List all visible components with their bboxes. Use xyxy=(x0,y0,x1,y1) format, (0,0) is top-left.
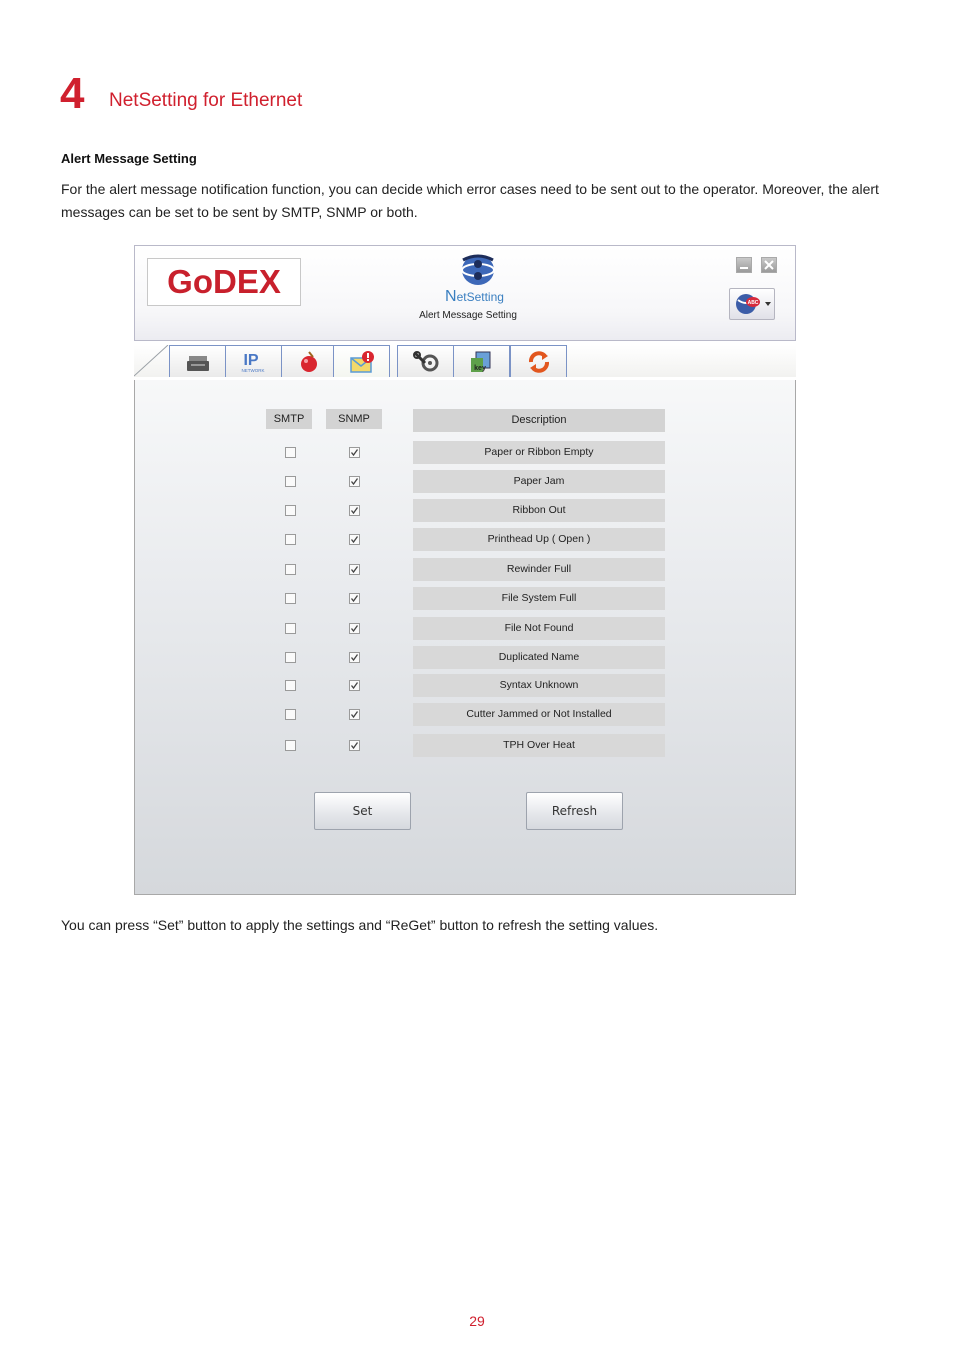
alert-description: File Not Found xyxy=(413,617,665,640)
tools-icon xyxy=(412,350,438,371)
smtp-checkbox[interactable] xyxy=(285,476,296,487)
chevron-down-icon xyxy=(765,302,771,306)
tab-alert[interactable] xyxy=(281,345,338,377)
alert-description: Cutter Jammed or Not Installed xyxy=(413,703,665,726)
alert-settings-panel: SMTP SNMP Description Paper or Ribbon Em… xyxy=(134,380,796,895)
smtp-checkbox[interactable] xyxy=(285,593,296,604)
logo-text: GoDEX xyxy=(167,263,281,300)
alert-row: Printhead Up ( Open ) xyxy=(135,528,795,551)
alert-bell-icon xyxy=(300,350,317,372)
set-button[interactable]: Set xyxy=(314,792,411,830)
chapter-title: NetSetting for Ethernet xyxy=(109,90,303,111)
smtp-checkbox[interactable] xyxy=(285,447,296,458)
snmp-checkbox[interactable] xyxy=(349,476,360,487)
alert-row: Syntax Unknown xyxy=(135,674,795,697)
refresh-arrows-icon xyxy=(528,350,549,373)
snmp-checkbox[interactable] xyxy=(349,534,360,545)
language-globe-icon: ABC xyxy=(736,294,760,314)
snmp-checkbox[interactable] xyxy=(349,564,360,575)
alert-description: Paper or Ribbon Empty xyxy=(413,441,665,464)
alert-description: Duplicated Name xyxy=(413,646,665,669)
alert-row: File System Full xyxy=(135,587,795,610)
smtp-checkbox[interactable] xyxy=(285,652,296,663)
alert-row: File Not Found xyxy=(135,617,795,640)
alert-row: Cutter Jammed or Not Installed xyxy=(135,703,795,726)
alert-row: Duplicated Name xyxy=(135,646,795,669)
netsetting-globe-icon xyxy=(453,250,503,288)
snmp-column-header: SNMP xyxy=(326,409,382,429)
alert-row: Paper or Ribbon Empty xyxy=(135,441,795,464)
snmp-checkbox[interactable] xyxy=(349,709,360,720)
alert-row: Ribbon Out xyxy=(135,499,795,522)
smtp-checkbox[interactable] xyxy=(285,740,296,751)
tab-printer[interactable] xyxy=(169,345,226,377)
language-button[interactable]: ABC xyxy=(729,288,775,320)
minimize-button[interactable] xyxy=(736,257,752,273)
snmp-checkbox[interactable] xyxy=(349,680,360,691)
alert-description: Printhead Up ( Open ) xyxy=(413,528,665,551)
alert-row: Rewinder Full xyxy=(135,558,795,581)
smtp-checkbox[interactable] xyxy=(285,623,296,634)
description-column-header: Description xyxy=(413,409,665,432)
alert-row: TPH Over Heat xyxy=(135,734,795,757)
language-badge: ABC xyxy=(748,300,759,306)
svg-text:NETWORK: NETWORK xyxy=(241,368,264,373)
smtp-checkbox[interactable] xyxy=(285,564,296,575)
refresh-button[interactable]: Refresh xyxy=(526,792,623,830)
netsetting-brand: NetSetting xyxy=(445,288,504,305)
tab-tools[interactable] xyxy=(397,345,454,377)
intro-paragraph: For the alert message notification funct… xyxy=(61,181,879,220)
mail-alert-icon xyxy=(349,350,374,373)
alert-description: Ribbon Out xyxy=(413,499,665,522)
netsetting-window: GoDEX NetSetting Alert Message Setting A… xyxy=(134,245,796,895)
snmp-checkbox[interactable] xyxy=(349,447,360,458)
smtp-checkbox[interactable] xyxy=(285,505,296,516)
alert-description: Rewinder Full xyxy=(413,558,665,581)
header-title: Alert Message Setting xyxy=(419,310,517,321)
alert-description: Paper Jam xyxy=(413,470,665,493)
svg-text:IP: IP xyxy=(243,352,258,369)
snmp-checkbox[interactable] xyxy=(349,593,360,604)
page-number: 29 xyxy=(469,1313,485,1329)
alert-description: Syntax Unknown xyxy=(413,674,665,697)
svg-text:key: key xyxy=(474,365,486,372)
tab-key[interactable]: key xyxy=(453,345,510,377)
alert-description: File System Full xyxy=(413,587,665,610)
tab-refresh[interactable] xyxy=(510,345,567,377)
close-button[interactable] xyxy=(761,257,777,273)
snmp-checkbox[interactable] xyxy=(349,740,360,751)
smtp-checkbox[interactable] xyxy=(285,534,296,545)
smtp-checkbox[interactable] xyxy=(285,680,296,691)
snmp-checkbox[interactable] xyxy=(349,505,360,516)
snmp-checkbox[interactable] xyxy=(349,623,360,634)
key-window-icon: key xyxy=(470,351,490,372)
godex-logo: GoDEX xyxy=(147,258,301,306)
printer-icon xyxy=(186,355,209,371)
section-heading: Alert Message Setting xyxy=(61,151,197,166)
smtp-checkbox[interactable] xyxy=(285,709,296,720)
ip-network-icon: IP NETWORK xyxy=(241,352,264,373)
alert-description: TPH Over Heat xyxy=(413,734,665,757)
smtp-column-header: SMTP xyxy=(266,409,312,429)
footer-paragraph: You can press “Set” button to apply the … xyxy=(61,917,659,933)
app-header: GoDEX NetSetting Alert Message Setting A… xyxy=(134,245,796,341)
chapter-number: 4 xyxy=(60,69,85,118)
alert-row: Paper Jam xyxy=(135,470,795,493)
tab-ip-network[interactable]: IP NETWORK xyxy=(225,345,282,377)
tab-bar: IP NETWORK key xyxy=(134,345,796,481)
close-icon xyxy=(764,260,774,270)
tab-mail-alert[interactable] xyxy=(333,345,390,377)
snmp-checkbox[interactable] xyxy=(349,652,360,663)
